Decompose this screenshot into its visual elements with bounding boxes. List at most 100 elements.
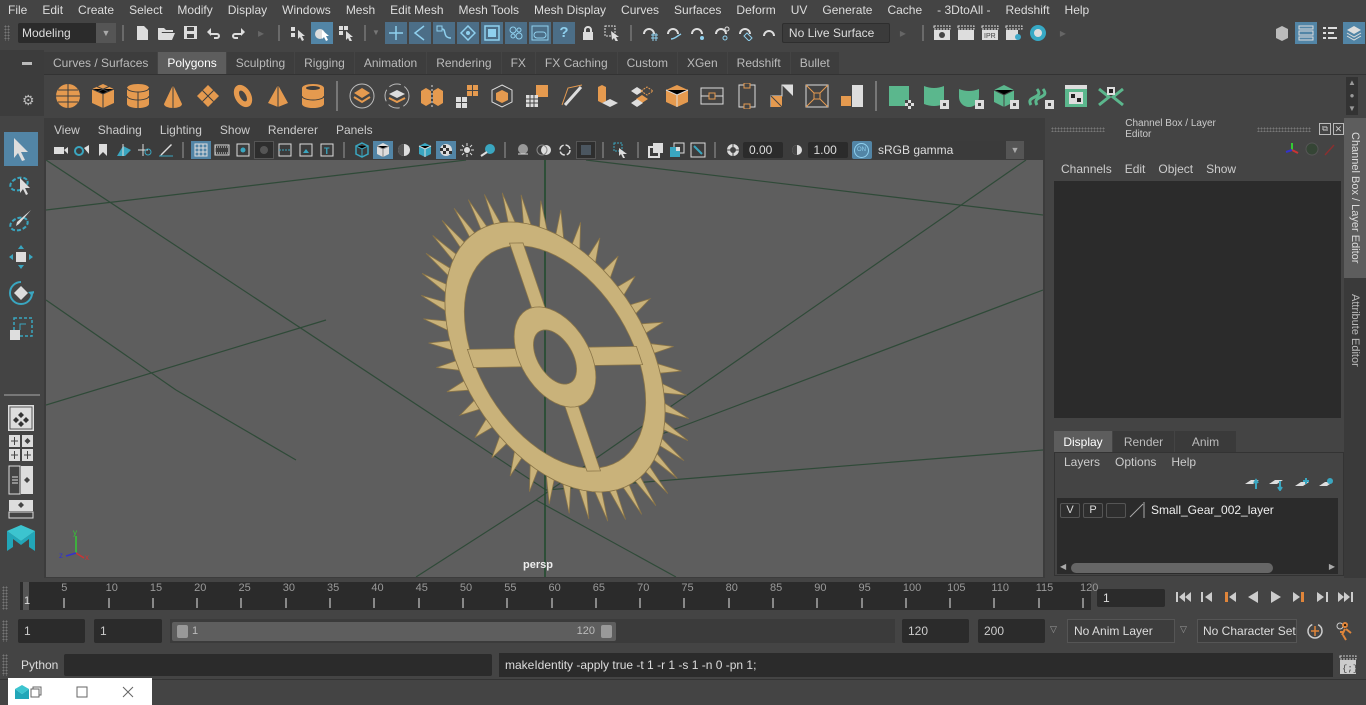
uv-editor-icon[interactable] <box>1058 78 1093 113</box>
collapse-arrow-icon[interactable]: ▸ <box>258 26 264 40</box>
shelf-tab-redshift[interactable]: Redshift <box>727 52 790 74</box>
snap-to-point-icon[interactable] <box>432 21 455 44</box>
side-tab-attribute-editor[interactable]: Attribute Editor <box>1344 280 1366 380</box>
menu-redshift[interactable]: Redshift <box>998 3 1057 17</box>
combine-icon[interactable] <box>344 78 379 113</box>
snap-point-magnet-icon[interactable] <box>687 22 709 44</box>
animation-preferences-icon[interactable] <box>1335 621 1355 641</box>
shelf-tab-custom[interactable]: Custom <box>617 52 677 74</box>
hypershade-icon[interactable] <box>1027 22 1049 44</box>
shelf-tab-rigging[interactable]: Rigging <box>295 52 354 74</box>
layer-display-type-toggle[interactable] <box>1106 502 1126 518</box>
menu-create[interactable]: Create <box>70 3 121 17</box>
shelf-scroll-up-icon[interactable]: ▲ <box>1348 78 1356 87</box>
panel-menu-panels[interactable]: Panels <box>327 123 382 137</box>
step-forward-frame-icon[interactable] <box>1310 587 1333 607</box>
layer-row[interactable]: V P Small_Gear_002_layer <box>1060 502 1274 518</box>
menu-modify[interactable]: Modify <box>169 3 219 17</box>
open-scene-icon[interactable] <box>155 22 177 44</box>
panel-menu-view[interactable]: View <box>44 123 89 137</box>
layer-playback-toggle[interactable]: P <box>1083 502 1103 518</box>
modeling-toolkit-icon[interactable] <box>1271 22 1293 44</box>
snap-grid-magnet-icon[interactable] <box>639 22 661 44</box>
anim-layer-dropdown-arrow-icon[interactable]: ▽ <box>1050 624 1057 635</box>
range-slider[interactable]: 1 120 <box>172 622 616 641</box>
shelf-tab-bullet[interactable]: Bullet <box>790 52 839 74</box>
exposure-field[interactable]: 0.00 <box>743 142 783 158</box>
multi-cut-icon[interactable] <box>554 78 589 113</box>
poly-cylinder-icon[interactable] <box>120 78 155 113</box>
smooth-shade-all-icon[interactable] <box>372 141 393 159</box>
menu-mesh-tools[interactable]: Mesh Tools <box>451 3 526 17</box>
snap-to-grid-icon[interactable] <box>384 21 407 44</box>
uv-unfold-icon[interactable] <box>1093 78 1128 113</box>
poly-plane-icon[interactable] <box>190 78 225 113</box>
menu-file[interactable]: File <box>0 3 34 17</box>
persp-graph-layout-icon[interactable] <box>4 498 38 520</box>
extrude-icon[interactable] <box>589 78 624 113</box>
redo-icon[interactable] <box>227 22 249 44</box>
select-tool-icon[interactable] <box>4 132 38 166</box>
uv-cylindrical-map-icon[interactable] <box>918 78 953 113</box>
collapse-arrow-icon[interactable]: ▸ <box>900 26 906 40</box>
select-by-component-icon[interactable] <box>335 22 357 44</box>
menuset-dropdown[interactable]: Modeling ▼ <box>18 22 116 43</box>
cb-menu-object[interactable]: Object <box>1152 162 1200 176</box>
collapse-arrow-icon[interactable]: ▸ <box>1060 26 1066 40</box>
reduce-icon[interactable] <box>484 78 519 113</box>
poly-sphere-icon[interactable] <box>50 78 85 113</box>
scroll-right-icon[interactable]: ▶ <box>1329 562 1335 571</box>
panel-menu-renderer[interactable]: Renderer <box>259 123 327 137</box>
wireframe-on-shaded-icon[interactable] <box>415 141 435 159</box>
shelf-tab-fx[interactable]: FX <box>501 52 535 74</box>
restore-window-icon[interactable] <box>30 686 42 698</box>
menu-cache[interactable]: Cache <box>879 3 929 17</box>
exposure-icon[interactable] <box>723 141 743 159</box>
grip-handle[interactable] <box>1051 126 1106 132</box>
select-camera-icon[interactable] <box>51 141 71 159</box>
paint-select-tool-icon[interactable] <box>4 204 38 238</box>
menu-surfaces[interactable]: Surfaces <box>666 3 728 17</box>
layer-menu-help[interactable]: Help <box>1170 455 1204 469</box>
float-panel-icon[interactable]: ⧉ <box>1319 123 1331 135</box>
new-layer-icon[interactable] <box>1293 477 1311 491</box>
render-view-icon[interactable] <box>931 22 953 44</box>
poly-torus-icon[interactable] <box>225 78 260 113</box>
fill-hole-icon[interactable] <box>834 78 869 113</box>
shelf-scroll-menu-icon[interactable]: ● <box>1350 91 1355 100</box>
cb-menu-channels[interactable]: Channels <box>1055 162 1119 176</box>
grip-handle[interactable] <box>2 654 8 676</box>
step-back-frame-icon[interactable] <box>1195 587 1218 607</box>
gamma-icon[interactable] <box>787 141 807 159</box>
shelf-tab-menu-icon[interactable] <box>22 62 32 65</box>
xray-icon[interactable] <box>646 141 666 159</box>
shelf-tab-xgen[interactable]: XGen <box>677 52 727 74</box>
append-to-polygon-icon[interactable] <box>764 78 799 113</box>
cb-menu-edit[interactable]: Edit <box>1119 162 1153 176</box>
bookmark-icon[interactable] <box>93 141 113 159</box>
2d-pan-zoom-icon[interactable] <box>135 141 155 159</box>
snap-to-projected-center-icon[interactable] <box>504 21 527 44</box>
render-setup-icon[interactable] <box>528 21 551 44</box>
new-scene-icon[interactable] <box>131 22 153 44</box>
menu-uv[interactable]: UV <box>783 3 815 17</box>
shelf-tab-fx-caching[interactable]: FX Caching <box>535 52 617 74</box>
playback-start-field[interactable]: 1 <box>94 619 162 643</box>
menu-curves[interactable]: Curves <box>613 3 666 17</box>
use-default-material-icon[interactable] <box>394 141 414 159</box>
shelf-tab-curves-surfaces[interactable]: Curves / Surfaces <box>44 52 158 74</box>
command-language-label[interactable]: Python <box>21 658 58 672</box>
menu-edit[interactable]: Edit <box>34 3 70 17</box>
render-settings-icon[interactable] <box>1003 22 1025 44</box>
poly-cone-icon[interactable] <box>155 78 190 113</box>
character-set-dropdown[interactable]: No Character Set <box>1197 619 1297 643</box>
maximize-window-icon[interactable] <box>76 686 88 698</box>
menu-select[interactable]: Select <box>121 3 169 17</box>
uv-automatic-map-icon[interactable] <box>988 78 1023 113</box>
save-scene-icon[interactable] <box>179 22 201 44</box>
move-tool-icon[interactable] <box>4 240 38 274</box>
depth-of-field-icon[interactable] <box>575 141 596 159</box>
snap-live-magnet-icon[interactable] <box>759 22 781 44</box>
character-set-dropdown-arrow-icon[interactable]: ▽ <box>1180 624 1187 635</box>
single-perspective-view-icon[interactable] <box>4 404 38 432</box>
